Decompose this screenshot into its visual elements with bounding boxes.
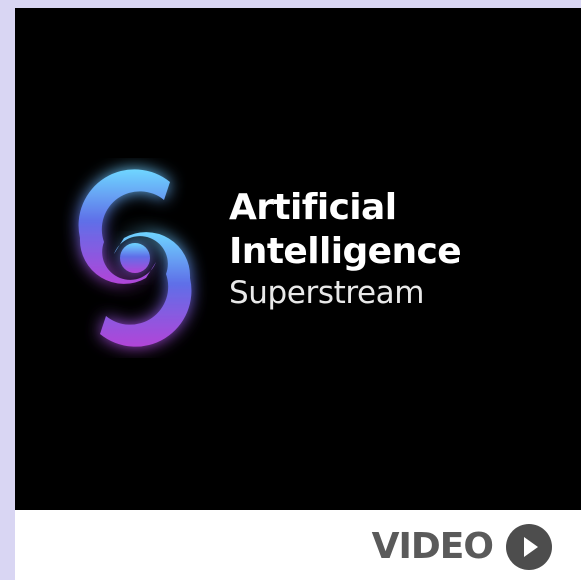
video-button[interactable]: VIDEO (372, 523, 553, 571)
title-line-artificial: Artificial (229, 187, 397, 228)
title-line-intelligence: Intelligence (229, 231, 462, 272)
title-line-superstream: Superstream (229, 275, 425, 311)
video-thumbnail[interactable]: Artificial Intelligence Superstream (15, 8, 581, 510)
video-card[interactable]: Artificial Intelligence Superstream VIDE… (15, 8, 581, 580)
superstream-logo-icon (78, 169, 192, 347)
video-label: VIDEO (371, 526, 494, 567)
card-footer: VIDEO (15, 510, 581, 580)
play-circle-icon[interactable] (505, 523, 553, 571)
title-block: Artificial Intelligence Superstream (229, 187, 462, 311)
